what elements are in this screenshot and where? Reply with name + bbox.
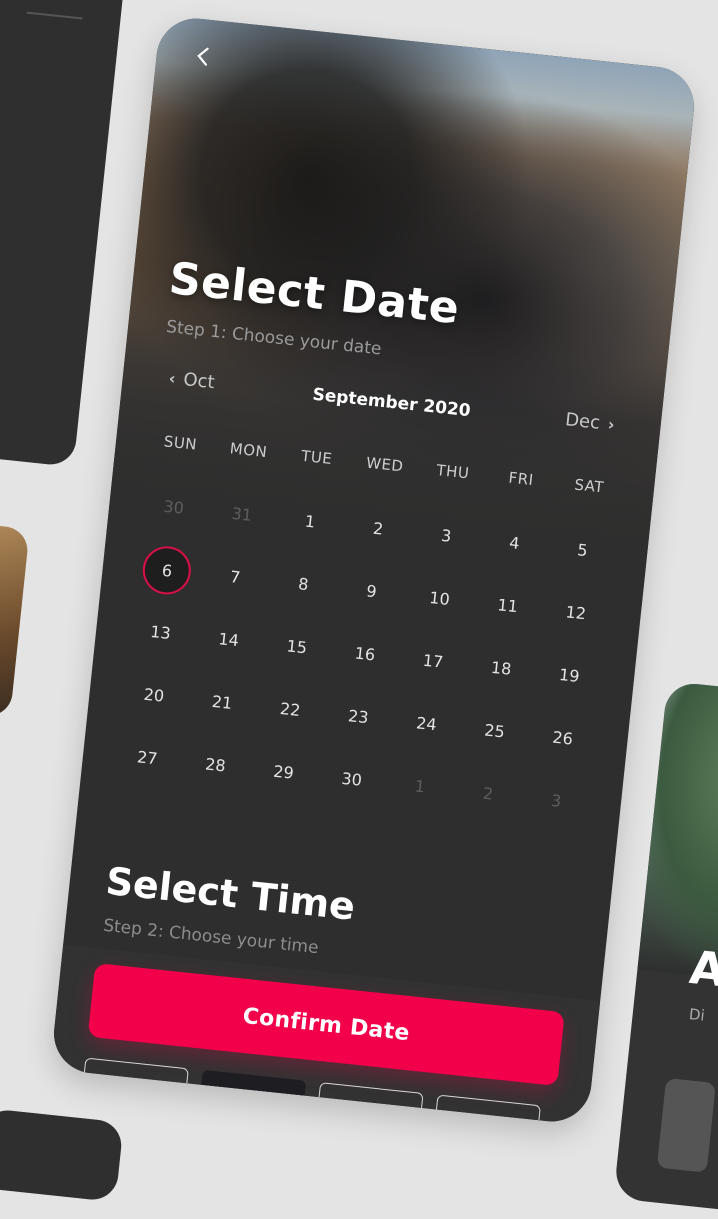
calendar-day[interactable]: 25 — [460, 718, 530, 744]
calendar-day[interactable]: 5 — [547, 537, 617, 563]
background-card-title: A — [687, 940, 718, 998]
calendar-day[interactable]: 29 — [249, 759, 319, 785]
calendar-day-outside-month[interactable]: 30 — [139, 494, 209, 520]
background-card-right: A Di — [613, 680, 718, 1219]
next-month-label: Dec — [564, 409, 602, 434]
calendar-day[interactable]: 22 — [255, 696, 325, 722]
calendar-day[interactable]: 1 — [275, 509, 345, 535]
calendar-day[interactable]: 8 — [268, 571, 338, 597]
background-card-left-bottom — [0, 1107, 124, 1203]
calendar-day[interactable]: 20 — [119, 682, 189, 708]
calendar-day[interactable]: 9 — [336, 578, 406, 604]
calendar-day-outside-month[interactable]: 1 — [385, 773, 455, 799]
background-card-left-top — [0, 0, 126, 467]
calendar-day[interactable]: 10 — [405, 585, 475, 611]
calendar-day[interactable]: 11 — [473, 593, 543, 619]
calendar-day[interactable]: 14 — [194, 627, 264, 653]
back-button[interactable] — [189, 44, 218, 73]
select-date-screen: Select Date Step 1: Choose your date ‹ Oc… — [50, 14, 698, 1126]
calendar-day[interactable]: 28 — [180, 752, 250, 778]
calendar-day-outside-month[interactable]: 3 — [521, 788, 591, 814]
calendar-day[interactable]: 30 — [317, 766, 387, 792]
calendar-day-outside-month[interactable]: 31 — [207, 501, 277, 527]
divider — [26, 11, 83, 20]
calendar-day[interactable]: 4 — [479, 530, 549, 556]
calendar-day[interactable]: 23 — [323, 704, 393, 730]
calendar-day[interactable]: 12 — [541, 600, 611, 626]
calendar-day[interactable]: 17 — [398, 648, 468, 674]
calendar-day[interactable]: 18 — [466, 655, 536, 681]
background-card-thumbnail — [656, 1077, 716, 1173]
chevron-right-icon: › — [606, 414, 616, 435]
background-card-left-image — [0, 521, 30, 719]
calendar-days: 30 31 1 2 3 4 5 6 7 8 9 10 11 12 13 14 1… — [110, 472, 620, 835]
calendar-day[interactable]: 27 — [112, 745, 182, 771]
calendar-day[interactable]: 3 — [411, 523, 481, 549]
background-card-subtitle: Di — [688, 1005, 706, 1025]
calendar-day[interactable]: 24 — [391, 711, 461, 737]
calendar-grid: SUN MON TUE WED THU FRI SAT 30 31 1 2 3 … — [110, 431, 625, 836]
calendar-day[interactable]: 2 — [343, 516, 413, 542]
calendar-day-outside-month[interactable]: 2 — [453, 781, 523, 807]
calendar-day[interactable]: 26 — [528, 725, 598, 751]
calendar-day[interactable]: 21 — [187, 689, 257, 715]
chevron-left-icon — [197, 47, 209, 66]
calendar-day[interactable]: 19 — [534, 662, 604, 688]
calendar-day[interactable]: 15 — [262, 634, 332, 660]
calendar-day[interactable]: 16 — [330, 641, 400, 667]
select-time-title: Select Time — [103, 858, 358, 929]
calendar-day[interactable]: 7 — [200, 564, 270, 590]
calendar-day-selected[interactable]: 6 — [140, 543, 194, 597]
calendar-day[interactable]: 13 — [125, 620, 195, 646]
